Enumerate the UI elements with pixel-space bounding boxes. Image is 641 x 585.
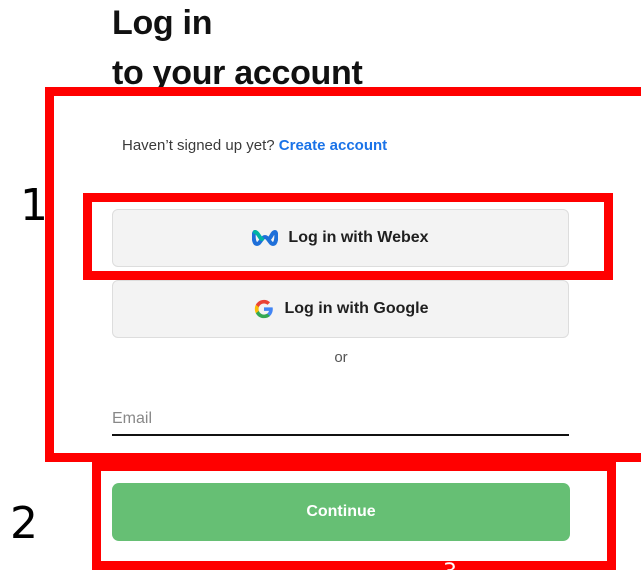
annotation-box-2	[92, 462, 616, 570]
annotation-number-2: 2	[10, 498, 38, 549]
annotation-number-1: 1	[20, 180, 48, 231]
annotation-box-webex	[83, 193, 613, 280]
page-title-line2: to your account	[112, 54, 363, 92]
page-title-line1: Log in	[112, 4, 213, 42]
annotation-number-3: 3	[443, 560, 457, 585]
